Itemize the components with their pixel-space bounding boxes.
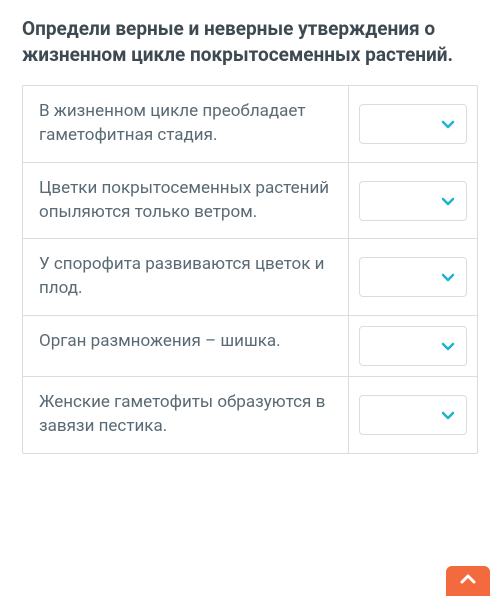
question-title: Определи верные и неверные утверждения о… [22, 16, 478, 67]
table-row: Орган размножения – шишка. [23, 316, 477, 377]
table-row: В жизненном цикле преобладает гаметофитн… [23, 86, 477, 163]
statement-text: Цветки покрытосеменных растений опыляютс… [23, 163, 349, 239]
statement-text: Женские гаметофиты образуются в завязи п… [23, 377, 349, 453]
table-row: Цветки покрытосеменных растений опыляютс… [23, 163, 477, 240]
dropdown-cell [349, 86, 477, 162]
chevron-down-icon [440, 338, 456, 354]
answer-dropdown[interactable] [359, 326, 467, 366]
answer-dropdown[interactable] [359, 181, 467, 221]
back-to-top-button[interactable] [446, 566, 490, 596]
dropdown-cell [349, 377, 477, 453]
statements-table: В жизненном цикле преобладает гаметофитн… [22, 85, 478, 453]
chevron-down-icon [440, 407, 456, 423]
question-container: Определи верные и неверные утверждения о… [0, 0, 500, 454]
statement-text: У спорофита развиваются цветок и плод. [23, 239, 349, 315]
answer-dropdown[interactable] [359, 104, 467, 144]
dropdown-cell [349, 316, 477, 376]
table-row: Женские гаметофиты образуются в завязи п… [23, 377, 477, 453]
dropdown-cell [349, 239, 477, 315]
chevron-down-icon [440, 269, 456, 285]
statement-text: Орган размножения – шишка. [23, 316, 349, 376]
chevron-up-icon [458, 569, 478, 593]
answer-dropdown[interactable] [359, 257, 467, 297]
dropdown-cell [349, 163, 477, 239]
statement-text: В жизненном цикле преобладает гаметофитн… [23, 86, 349, 162]
table-row: У спорофита развиваются цветок и плод. [23, 239, 477, 316]
chevron-down-icon [440, 193, 456, 209]
chevron-down-icon [440, 116, 456, 132]
answer-dropdown[interactable] [359, 395, 467, 435]
